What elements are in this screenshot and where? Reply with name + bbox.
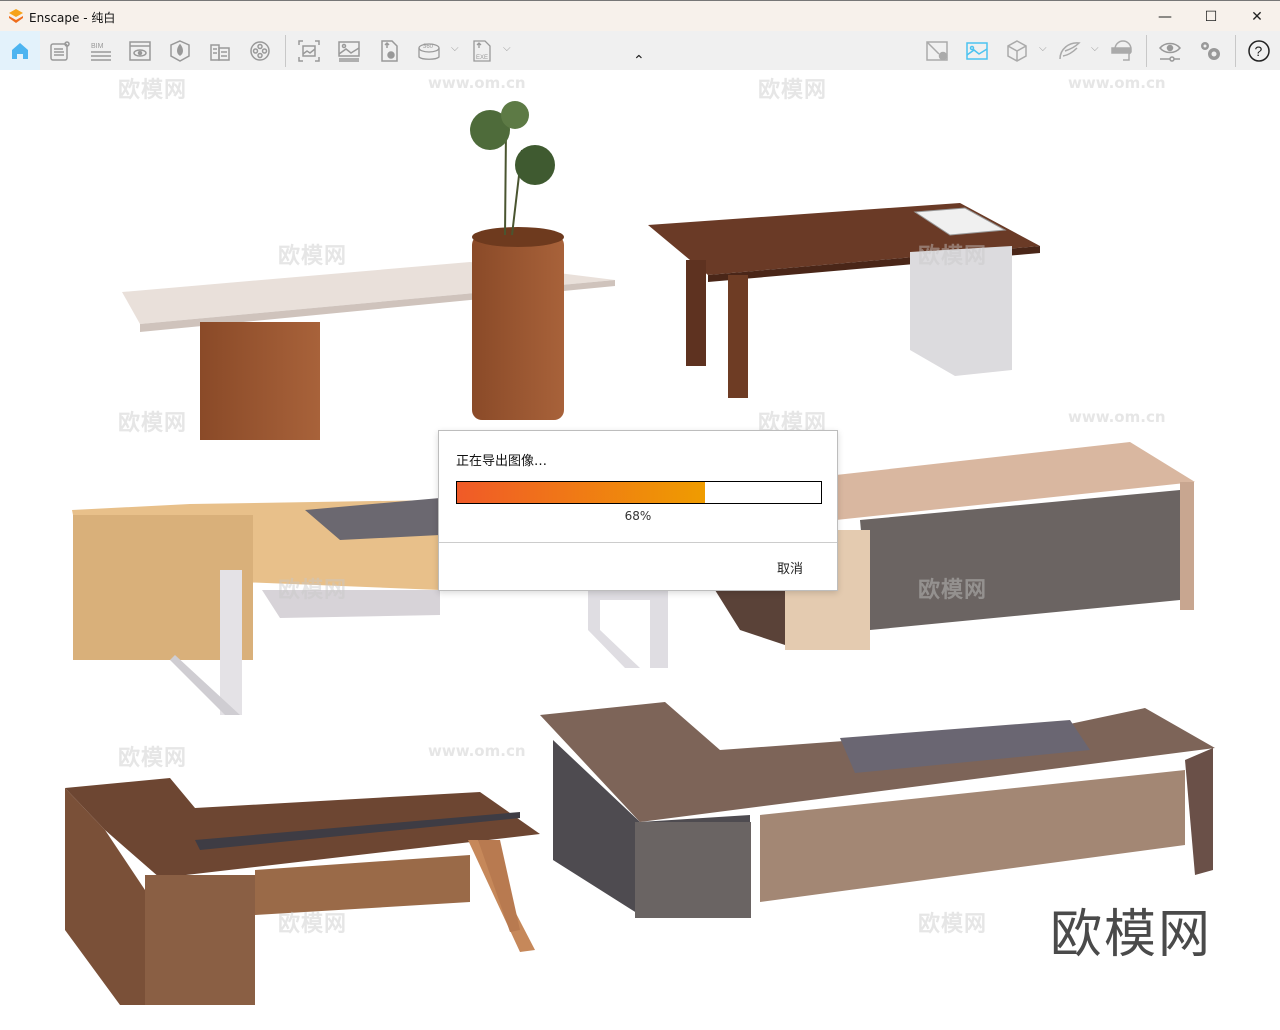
vr-headset-icon (1111, 40, 1132, 61)
panorama-chevron-down-icon[interactable]: ⌵ (451, 43, 459, 54)
watermark-brand: 欧模网 (278, 578, 348, 603)
watermark-brand: 欧模网 (918, 578, 988, 603)
cube-view-button[interactable] (1000, 34, 1034, 68)
wing-chevron-down-icon[interactable]: ⌵ (1091, 43, 1099, 54)
map-location-icon (926, 41, 948, 61)
watermark-brand: 欧模网 (918, 244, 988, 269)
window-title: Enscape - 纯白 (29, 11, 116, 25)
batch-render-icon (338, 41, 360, 62)
screenshot-button[interactable] (292, 34, 326, 68)
watermark-url: www.om.cn (1068, 74, 1166, 92)
view-management-button[interactable] (123, 34, 157, 68)
visual-settings-button[interactable] (1153, 34, 1187, 68)
image-settings-button[interactable] (960, 34, 994, 68)
maximize-button[interactable]: ☐ (1188, 1, 1234, 32)
close-button[interactable]: ✕ (1234, 1, 1280, 32)
asset-library-icon (210, 44, 230, 61)
home-icon (12, 42, 28, 59)
asset-library-button[interactable] (203, 34, 237, 68)
toolbar-divider (1235, 35, 1236, 67)
watermark-brand: 欧模网 (278, 912, 348, 937)
panorama-export-button[interactable] (372, 34, 406, 68)
minimize-button[interactable]: — (1142, 1, 1188, 32)
image-settings-icon (966, 42, 988, 60)
toolbar: BIM 360 ⌵ EXE ⌵ ⌃ ⌵ ⌵ ? (0, 31, 1280, 70)
view-management-icon (129, 41, 151, 61)
watermark-brand: 欧模网 (118, 746, 188, 771)
bim-icon: BIM (91, 43, 111, 61)
dialog-divider (439, 542, 837, 543)
watermark-url: www.om.cn (1068, 408, 1166, 426)
watermark-url: www.om.cn (428, 742, 526, 760)
cube-chevron-down-icon[interactable]: ⌵ (1039, 43, 1047, 54)
watermark-brand: 欧模网 (918, 912, 988, 937)
enscape-logo-icon (9, 9, 23, 23)
exe-export-button[interactable]: EXE (465, 34, 499, 68)
help-button[interactable]: ? (1242, 34, 1276, 68)
exe-chevron-down-icon[interactable]: ⌵ (503, 43, 511, 54)
exe-export-icon: EXE (473, 40, 491, 62)
svg-text:BIM: BIM (91, 43, 104, 50)
panorama-360-icon: 360 (418, 43, 440, 60)
watermark-brand: 欧模网 (758, 78, 828, 103)
toolbar-divider (285, 35, 286, 67)
visual-settings-icon (1159, 42, 1181, 62)
batch-render-button[interactable] (332, 34, 366, 68)
collapse-toolbar-chevron-up-icon[interactable]: ⌃ (633, 53, 645, 69)
cube-view-icon (1007, 40, 1027, 62)
notes-icon (50, 41, 70, 61)
title-bar: Enscape - 纯白 — ☐ ✕ (0, 0, 1280, 31)
help-icon: ? (1248, 40, 1270, 62)
grey-wood-executive-desk (540, 702, 1215, 918)
watermark-brand: 欧模网 (118, 411, 188, 436)
screenshot-icon (298, 40, 320, 62)
settings-button[interactable] (1193, 34, 1227, 68)
svg-text:EXE: EXE (476, 55, 488, 61)
wing-button[interactable] (1052, 34, 1086, 68)
progress-bar (456, 481, 822, 504)
svg-text:?: ? (1255, 43, 1263, 59)
map-location-button[interactable] (920, 34, 954, 68)
watermark-brand: 欧模网 (118, 78, 188, 103)
panorama-export-icon (381, 40, 398, 62)
marble-bench-planter (122, 101, 615, 440)
panorama-360-button[interactable]: 360 (412, 34, 446, 68)
watermark-brand: 欧模网 (278, 244, 348, 269)
toolbar-divider (1146, 35, 1147, 67)
walnut-l-desk (65, 778, 540, 1005)
wing-icon (1059, 42, 1081, 60)
progress-label: 68% (624, 509, 652, 523)
home-button[interactable] (0, 31, 40, 70)
watermark-logo: 欧模网 (1050, 905, 1213, 965)
dark-wood-table (648, 203, 1040, 398)
video-editor-icon (250, 41, 270, 61)
export-progress-dialog: 正在导出图像… 68% 取消 (438, 430, 838, 591)
settings-icon (1201, 42, 1220, 60)
cancel-button[interactable]: 取消 (777, 558, 803, 577)
vr-headset-button[interactable] (1105, 34, 1139, 68)
video-editor-button[interactable] (243, 34, 277, 68)
watermark-url: www.om.cn (428, 74, 526, 92)
export-message: 正在导出图像… (456, 454, 548, 469)
svg-text:360: 360 (423, 44, 434, 50)
notes-button[interactable] (43, 34, 77, 68)
progress-fill (457, 482, 705, 503)
bim-button[interactable]: BIM (83, 34, 117, 68)
site-context-button[interactable] (163, 34, 197, 68)
site-context-icon (170, 40, 190, 62)
